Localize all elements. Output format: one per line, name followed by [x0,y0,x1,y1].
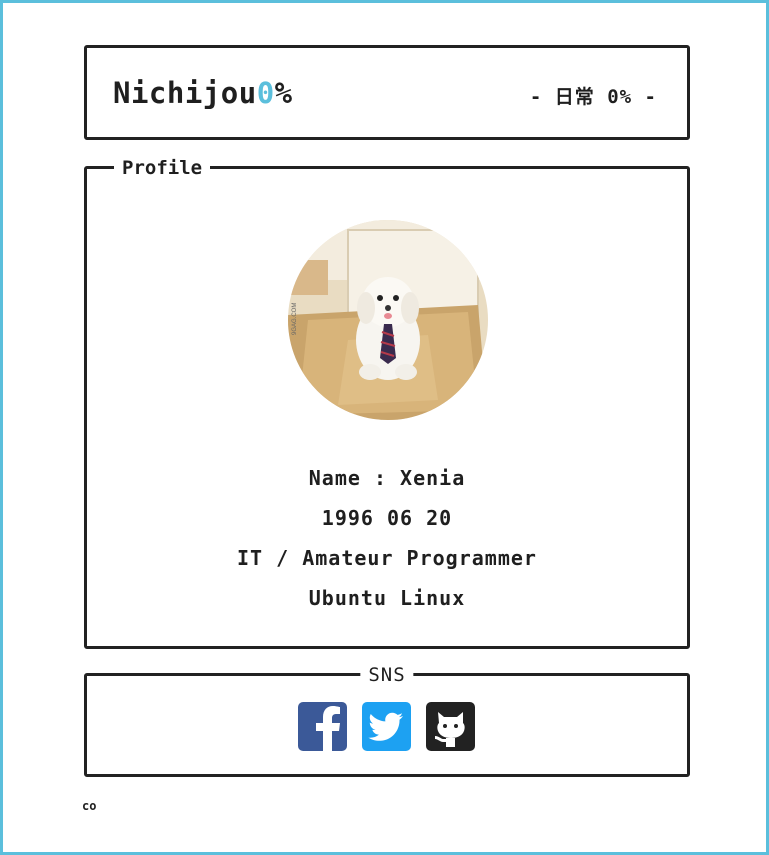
sns-icon-list [298,702,475,751]
avatar: 9GAG.COM [288,220,488,420]
profile-birthdate: 1996 06 20 [321,506,453,530]
header-panel: Nichijou0% - 日常 0% - [84,45,690,140]
avatar-watermark: 9GAG.COM [292,303,298,335]
avatar-dog-image: 9GAG.COM [288,220,488,420]
profile-os: Ubuntu Linux [308,586,466,610]
sns-panel: SNS [84,664,690,777]
facebook-icon[interactable] [298,702,347,751]
sns-legend: SNS [360,664,414,686]
profile-occupation: IT / Amateur Programmer [237,546,537,570]
site-tagline: - 日常 0% - [529,86,657,108]
logo-text-suffix: % [274,76,293,110]
profile-name: Name : Xenia [308,466,466,490]
logo-text-main: Nichijou [113,76,257,110]
profile-legend: Profile [114,157,211,179]
profile-panel: Profile 9GAG.COM Name: Xenia 1996 06 20… [84,157,690,649]
logo-text-accent: 0 [256,76,275,110]
footer-text: co [82,799,97,813]
github-icon[interactable] [426,702,475,751]
site-logo[interactable]: Nichijou0% [113,76,293,110]
twitter-icon[interactable] [362,702,411,751]
